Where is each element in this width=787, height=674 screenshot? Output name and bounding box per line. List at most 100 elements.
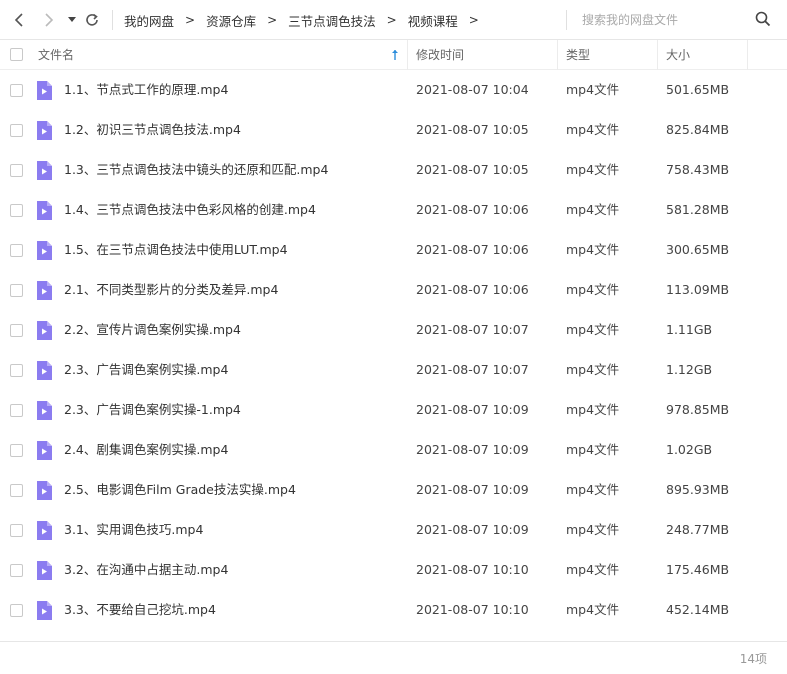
row-checkbox[interactable] — [10, 604, 23, 617]
table-row[interactable]: 2.4、剧集调色案例实操.mp4 2021-08-07 10:09 mp4文件 1.0… — [0, 430, 787, 470]
file-name[interactable]: 1.5、在三节点调色技法中使用LUT.mp4 — [64, 230, 288, 270]
file-modified: 2021-08-07 10:06 — [416, 202, 529, 217]
file-type: mp4文件 — [566, 282, 620, 297]
row-checkbox[interactable] — [10, 404, 23, 417]
breadcrumb-item[interactable]: 我的网盘 — [124, 11, 174, 30]
row-checkbox[interactable] — [10, 84, 23, 97]
file-size: 1.11GB — [666, 322, 713, 337]
video-file-icon — [36, 281, 52, 300]
file-type: mp4文件 — [566, 202, 620, 217]
file-size: 300.65MB — [666, 242, 730, 257]
file-modified: 2021-08-07 10:10 — [416, 562, 529, 577]
file-name[interactable]: 1.1、节点式工作的原理.mp4 — [64, 70, 228, 110]
row-checkbox[interactable] — [10, 164, 23, 177]
toolbar-divider — [112, 10, 113, 30]
chevron-right-icon[interactable] — [40, 8, 58, 32]
video-file-icon — [36, 441, 52, 460]
column-divider[interactable] — [747, 40, 748, 70]
row-checkbox[interactable] — [10, 484, 23, 497]
file-size: 825.84MB — [666, 122, 730, 137]
file-name[interactable]: 1.4、三节点调色技法中色彩风格的创建.mp4 — [64, 190, 316, 230]
file-modified: 2021-08-07 10:05 — [416, 122, 529, 137]
column-header-type[interactable]: 类型 — [566, 40, 590, 70]
file-modified: 2021-08-07 10:07 — [416, 362, 529, 377]
video-file-icon — [36, 561, 52, 580]
item-count: 14项 — [739, 652, 767, 666]
table-row[interactable]: 1.5、在三节点调色技法中使用LUT.mp4 2021-08-07 10:06 mp… — [0, 230, 787, 270]
file-type: mp4文件 — [566, 522, 620, 537]
search-input[interactable] — [574, 5, 744, 35]
table-row[interactable]: 2.5、电影调色Film Grade技法实操.mp4 2021-08-07 10:… — [0, 470, 787, 510]
video-file-icon — [36, 321, 52, 340]
file-name[interactable]: 3.1、实用调色技巧.mp4 — [64, 510, 203, 550]
row-checkbox[interactable] — [10, 524, 23, 537]
table-row[interactable]: 2.2、宣传片调色案例实操.mp4 2021-08-07 10:07 mp4文件 1.… — [0, 310, 787, 350]
row-checkbox[interactable] — [10, 284, 23, 297]
toolbar: 我的网盘 > 资源仓库 > 三节点调色技法 > 视频课程 > — [0, 0, 787, 40]
file-modified: 2021-08-07 10:05 — [416, 162, 529, 177]
select-all-checkbox[interactable] — [10, 48, 23, 61]
row-checkbox[interactable] — [10, 444, 23, 457]
video-file-icon — [36, 161, 52, 180]
table-row[interactable]: 1.1、节点式工作的原理.mp4 2021-08-07 10:04 mp4文件 501… — [0, 70, 787, 110]
file-name[interactable]: 2.1、不同类型影片的分类及差异.mp4 — [64, 270, 278, 310]
file-name[interactable]: 2.3、广告调色案例实操-1.mp4 — [64, 390, 241, 430]
file-size: 175.46MB — [666, 562, 730, 577]
file-name[interactable]: 3.3、不要给自己挖坑.mp4 — [64, 590, 216, 630]
table-row[interactable]: 3.1、实用调色技巧.mp4 2021-08-07 10:09 mp4文件 248.7… — [0, 510, 787, 550]
file-name[interactable]: 2.5、电影调色Film Grade技法实操.mp4 — [64, 470, 296, 510]
file-name[interactable]: 2.2、宣传片调色案例实操.mp4 — [64, 310, 241, 350]
row-checkbox[interactable] — [10, 364, 23, 377]
file-modified: 2021-08-07 10:04 — [416, 82, 529, 97]
file-size: 113.09MB — [666, 282, 730, 297]
column-header-modified[interactable]: 修改时间 — [416, 40, 464, 70]
column-divider[interactable] — [557, 40, 558, 70]
file-size: 501.65MB — [666, 82, 730, 97]
column-divider[interactable] — [407, 40, 408, 70]
breadcrumb: 我的网盘 > 资源仓库 > 三节点调色技法 > 视频课程 > — [124, 0, 490, 40]
file-type: mp4文件 — [566, 442, 620, 457]
file-name[interactable]: 3.2、在沟通中占据主动.mp4 — [64, 550, 228, 590]
video-file-icon — [36, 201, 52, 220]
column-header-name[interactable]: 文件名 — [38, 40, 74, 70]
file-modified: 2021-08-07 10:06 — [416, 242, 529, 257]
row-checkbox[interactable] — [10, 204, 23, 217]
breadcrumb-item[interactable]: 资源仓库 — [206, 11, 256, 30]
file-name[interactable]: 2.3、广告调色案例实操.mp4 — [64, 350, 228, 390]
table-row[interactable]: 3.3、不要给自己挖坑.mp4 2021-08-07 10:10 mp4文件 452.… — [0, 590, 787, 630]
column-header-size[interactable]: 大小 — [666, 40, 690, 70]
table-row[interactable]: 2.3、广告调色案例实操-1.mp4 2021-08-07 10:09 mp4文件 9… — [0, 390, 787, 430]
breadcrumb-item[interactable]: 三节点调色技法 — [288, 11, 376, 30]
table-header: 文件名 修改时间 类型 大小 — [0, 40, 787, 70]
caret-down-icon[interactable] — [66, 8, 78, 32]
video-file-icon — [36, 81, 52, 100]
search-icon[interactable] — [755, 11, 773, 29]
file-list: 1.1、节点式工作的原理.mp4 2021-08-07 10:04 mp4文件 501… — [0, 70, 787, 630]
file-size: 581.28MB — [666, 202, 730, 217]
row-checkbox[interactable] — [10, 124, 23, 137]
table-row[interactable]: 1.3、三节点调色技法中镜头的还原和匹配.mp4 2021-08-07 10:05… — [0, 150, 787, 190]
row-checkbox[interactable] — [10, 244, 23, 257]
video-file-icon — [36, 601, 52, 620]
file-name[interactable]: 1.2、初识三节点调色技法.mp4 — [64, 110, 241, 150]
table-row[interactable]: 2.3、广告调色案例实操.mp4 2021-08-07 10:07 mp4文件 1.1… — [0, 350, 787, 390]
breadcrumb-separator: > — [185, 13, 196, 27]
file-name[interactable]: 1.3、三节点调色技法中镜头的还原和匹配.mp4 — [64, 150, 328, 190]
table-row[interactable]: 1.2、初识三节点调色技法.mp4 2021-08-07 10:05 mp4文件 82… — [0, 110, 787, 150]
file-name[interactable]: 2.4、剧集调色案例实操.mp4 — [64, 430, 228, 470]
file-modified: 2021-08-07 10:09 — [416, 482, 529, 497]
table-row[interactable]: 3.2、在沟通中占据主动.mp4 2021-08-07 10:10 mp4文件 175… — [0, 550, 787, 590]
sort-ascending-icon[interactable] — [391, 49, 401, 61]
video-file-icon — [36, 401, 52, 420]
table-row[interactable]: 1.4、三节点调色技法中色彩风格的创建.mp4 2021-08-07 10:06 m… — [0, 190, 787, 230]
refresh-icon[interactable] — [83, 8, 101, 32]
row-checkbox[interactable] — [10, 324, 23, 337]
search-divider — [566, 10, 567, 30]
breadcrumb-item-current[interactable]: 视频课程 — [408, 11, 458, 30]
file-modified: 2021-08-07 10:07 — [416, 322, 529, 337]
row-checkbox[interactable] — [10, 564, 23, 577]
chevron-left-icon[interactable] — [10, 8, 28, 32]
video-file-icon — [36, 481, 52, 500]
table-row[interactable]: 2.1、不同类型影片的分类及差异.mp4 2021-08-07 10:06 mp4文… — [0, 270, 787, 310]
column-divider[interactable] — [657, 40, 658, 70]
